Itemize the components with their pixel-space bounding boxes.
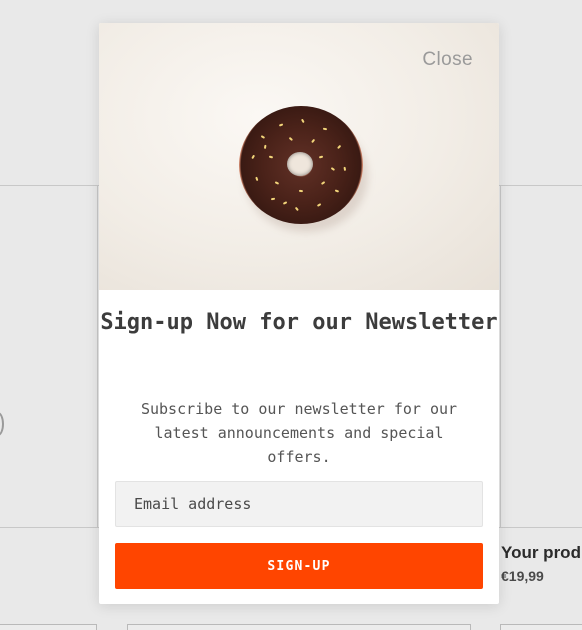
product-price: €19,99 <box>501 568 544 584</box>
donut-hole <box>287 152 313 176</box>
carousel-arrow-icon <box>0 412 4 436</box>
product-card <box>127 624 471 630</box>
modal-title: Sign-up Now for our Newsletter <box>100 310 498 335</box>
product-card <box>500 624 582 630</box>
donut-icon <box>239 106 363 224</box>
divider <box>97 186 98 527</box>
divider <box>500 186 501 527</box>
product-card <box>0 624 97 630</box>
email-field[interactable] <box>115 481 483 527</box>
close-button[interactable]: Close <box>422 49 473 71</box>
product-title: Your product <box>501 543 582 562</box>
modal-description: Subscribe to our newsletter for our late… <box>140 400 458 466</box>
newsletter-modal: Close Sign-up Now for our Newsletter Sub… <box>99 23 499 604</box>
signup-button[interactable]: SIGN-UP <box>115 543 483 589</box>
